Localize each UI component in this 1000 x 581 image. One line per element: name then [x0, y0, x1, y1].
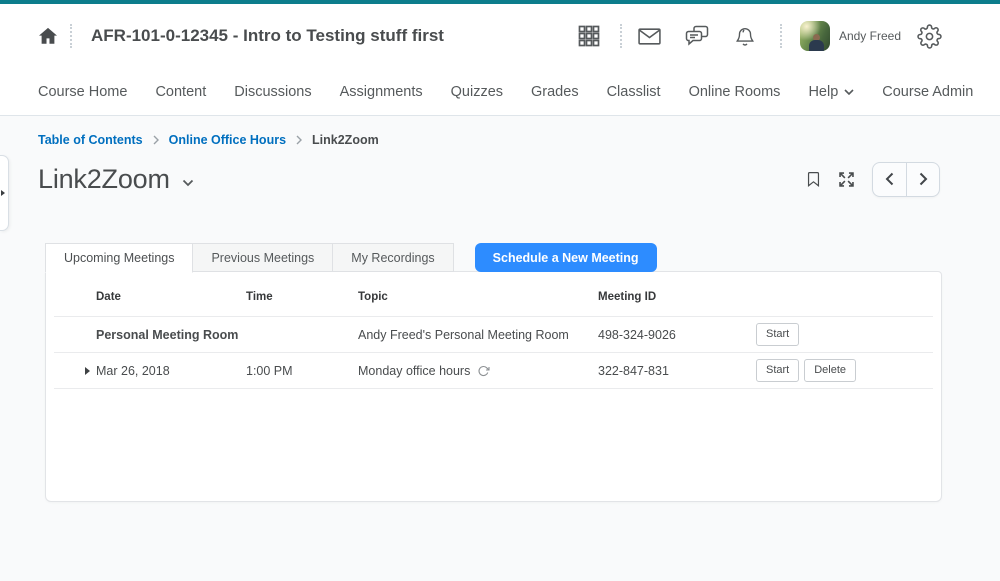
nav-assignments[interactable]: Assignments — [340, 84, 423, 100]
nav-grades[interactable]: Grades — [531, 84, 579, 100]
cell-topic: Andy Freed's Personal Meeting Room — [358, 328, 598, 342]
title-dropdown-chevron-icon[interactable] — [182, 174, 194, 192]
cell-actions: Start Delete — [756, 359, 933, 382]
nav-label: Online Rooms — [689, 84, 781, 100]
header-topic: Topic — [358, 291, 598, 303]
start-button[interactable]: Start — [756, 359, 799, 382]
nav-label: Help — [808, 84, 838, 100]
recurring-icon — [477, 365, 490, 377]
tab-label: My Recordings — [351, 251, 434, 265]
topic-text: Andy Freed's Personal Meeting Room — [358, 328, 569, 342]
nav-label: Assignments — [340, 84, 423, 100]
delete-button[interactable]: Delete — [804, 359, 856, 382]
header-meeting-id: Meeting ID — [598, 291, 756, 303]
header-date: Date — [96, 291, 246, 303]
tab-bar: Upcoming Meetings Previous Meetings My R… — [45, 243, 942, 272]
table-row: Mar 26, 2018 1:00 PM Monday office hours… — [54, 353, 933, 389]
app-header: AFR-101-0-12345 - Intro to Testing stuff… — [0, 4, 1000, 68]
nav-course-home[interactable]: Course Home — [38, 84, 127, 100]
nav-label: Course Admin — [882, 84, 973, 100]
breadcrumb-table-of-contents[interactable]: Table of Contents — [38, 133, 143, 147]
nav-course-admin[interactable]: Course Admin — [882, 84, 973, 100]
nav-label: Course Home — [38, 84, 127, 100]
chevron-down-icon — [844, 89, 854, 95]
tab-my-recordings[interactable]: My Recordings — [332, 243, 453, 272]
next-button[interactable] — [906, 163, 939, 196]
bell-icon[interactable] — [734, 24, 756, 48]
nav-quizzes[interactable]: Quizzes — [451, 84, 503, 100]
gear-icon[interactable] — [917, 24, 942, 49]
cell-date: Personal Meeting Room — [96, 328, 246, 342]
header-right-cluster: Andy Freed — [578, 21, 942, 51]
tab-previous-meetings[interactable]: Previous Meetings — [192, 243, 333, 272]
header-time: Time — [246, 291, 358, 303]
divider — [620, 24, 622, 48]
title-actions — [805, 162, 940, 197]
nav-label: Content — [155, 84, 206, 100]
page-title: Link2Zoom — [38, 164, 170, 195]
breadcrumb-online-office-hours[interactable]: Online Office Hours — [169, 133, 286, 147]
nav-content[interactable]: Content — [155, 84, 206, 100]
breadcrumb-current: Link2Zoom — [312, 133, 379, 147]
cell-actions: Start — [756, 323, 933, 346]
link2zoom-widget: Upcoming Meetings Previous Meetings My R… — [45, 243, 942, 502]
date-text: Mar 26, 2018 — [96, 364, 170, 378]
divider — [70, 24, 72, 48]
fullscreen-icon[interactable] — [837, 170, 856, 189]
app-grid-icon[interactable] — [578, 25, 600, 47]
divider — [780, 24, 782, 48]
nav-label: Quizzes — [451, 84, 503, 100]
avatar[interactable] — [800, 21, 830, 51]
chevron-right-icon — [919, 172, 928, 186]
tab-label: Upcoming Meetings — [64, 251, 174, 265]
expand-side-panel-toggle[interactable] — [0, 155, 9, 231]
nav-label: Classlist — [607, 84, 661, 100]
mail-icon[interactable] — [637, 24, 662, 49]
table-header-row: Date Time Topic Meeting ID — [54, 272, 933, 317]
bookmark-icon[interactable] — [805, 169, 822, 189]
content-pager — [872, 162, 940, 197]
tab-label: Previous Meetings — [211, 251, 314, 265]
nav-online-rooms[interactable]: Online Rooms — [689, 84, 781, 100]
schedule-new-meeting-button[interactable]: Schedule a New Meeting — [475, 243, 657, 272]
course-navbar: Course Home Content Discussions Assignme… — [0, 68, 1000, 116]
avatar-photo — [809, 40, 824, 51]
cell-meeting-id: 498-324-9026 — [598, 328, 756, 342]
upcoming-meetings-panel: Date Time Topic Meeting ID Personal Meet… — [45, 271, 942, 502]
page-title-row: Link2Zoom — [38, 159, 940, 199]
cell-topic: Monday office hours — [358, 364, 598, 378]
table-row: Personal Meeting Room Andy Freed's Perso… — [54, 317, 933, 353]
chevron-left-icon — [885, 172, 894, 186]
previous-button[interactable] — [873, 163, 906, 196]
chat-icon[interactable] — [684, 24, 710, 48]
cell-time: 1:00 PM — [246, 364, 358, 378]
home-icon[interactable] — [38, 27, 58, 45]
cell-date: Mar 26, 2018 — [96, 364, 246, 378]
chevron-right-icon — [153, 135, 159, 145]
nav-discussions[interactable]: Discussions — [234, 84, 311, 100]
expand-row-triangle-icon[interactable] — [85, 367, 90, 375]
course-title: AFR-101-0-12345 - Intro to Testing stuff… — [91, 26, 444, 46]
start-button[interactable]: Start — [756, 323, 799, 346]
cell-meeting-id: 322-847-831 — [598, 364, 756, 378]
tab-upcoming-meetings[interactable]: Upcoming Meetings — [45, 243, 193, 273]
nav-label: Discussions — [234, 84, 311, 100]
chevron-right-icon — [296, 135, 302, 145]
user-name: Andy Freed — [839, 29, 901, 43]
breadcrumb: Table of Contents Online Office Hours Li… — [0, 116, 1000, 147]
triangle-right-icon — [1, 190, 5, 196]
nav-classlist[interactable]: Classlist — [607, 84, 661, 100]
nav-label: Grades — [531, 84, 579, 100]
nav-help-dropdown[interactable]: Help — [808, 84, 854, 100]
topic-text: Monday office hours — [358, 364, 470, 378]
